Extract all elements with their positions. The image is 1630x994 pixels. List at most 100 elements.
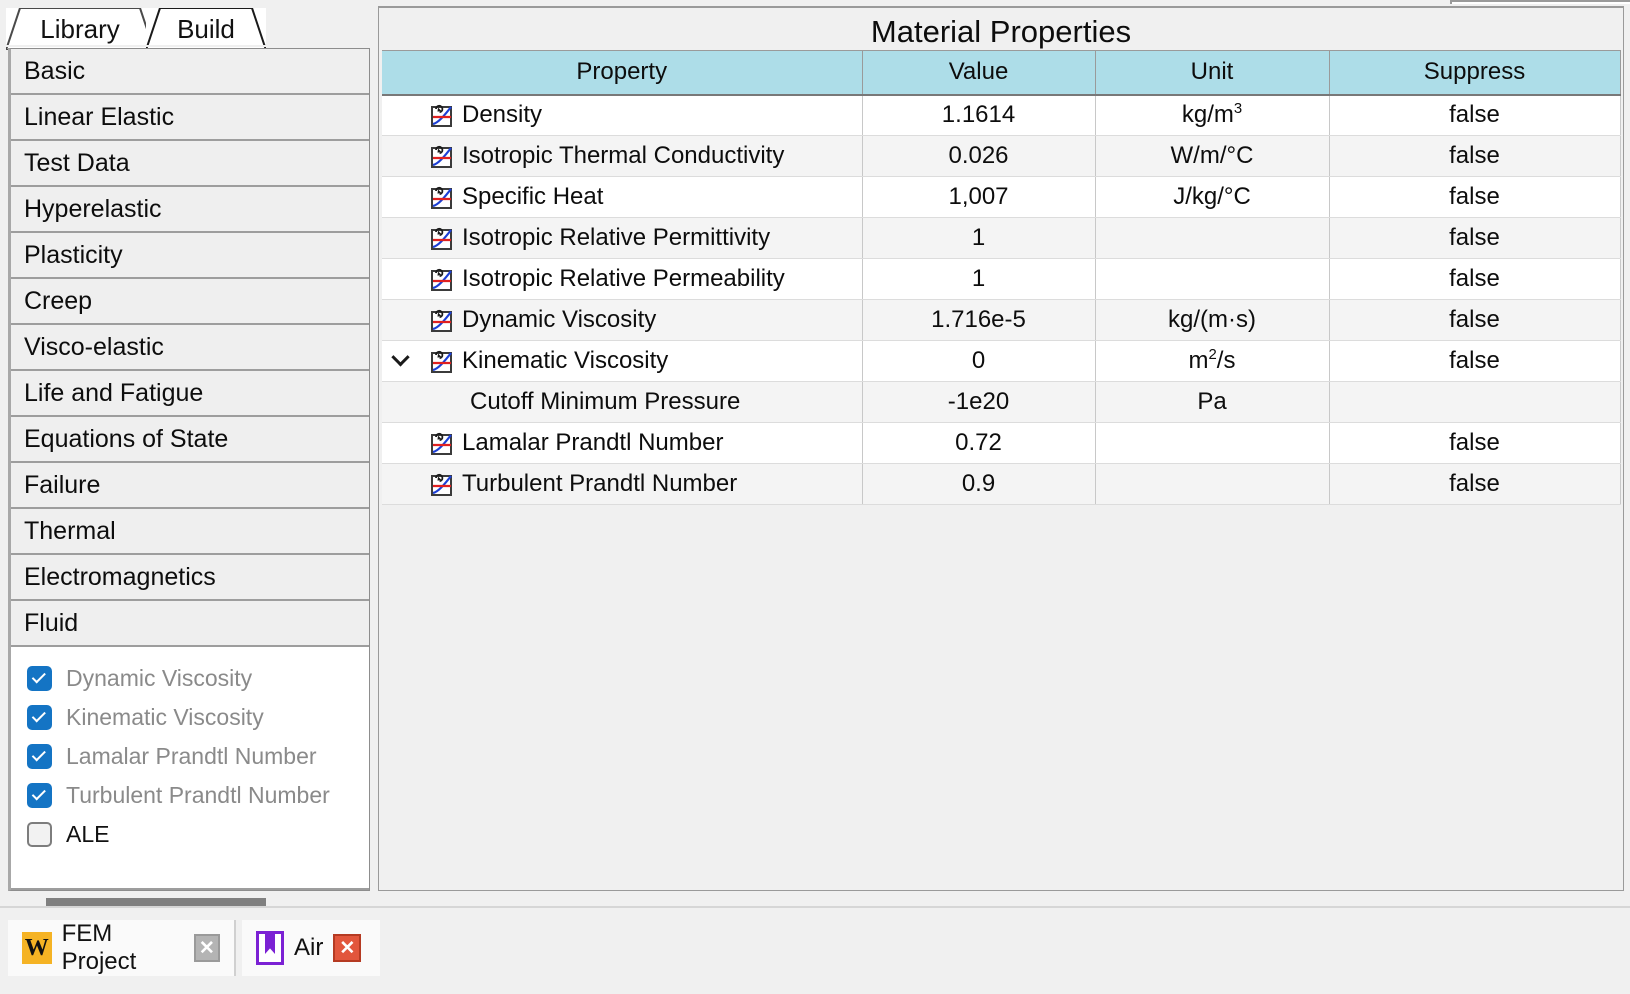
- checkbox-row-dynamic-viscosity[interactable]: Dynamic Viscosity: [27, 659, 369, 698]
- cell-value[interactable]: 1.1614: [862, 95, 1095, 136]
- checkbox-unchecked-icon[interactable]: [27, 822, 52, 847]
- cell-value[interactable]: 1,007: [862, 177, 1095, 218]
- table-header-row: Property Value Unit Suppress: [382, 51, 1620, 95]
- sidebar-item-electromagnetics[interactable]: Electromagnetics: [11, 555, 369, 601]
- cell-value[interactable]: 1: [862, 218, 1095, 259]
- cell-property[interactable]: Isotropic Relative Permittivity: [382, 218, 862, 259]
- table-row[interactable]: Dynamic Viscosity1.716e-5kg/(m·s)false: [382, 300, 1620, 341]
- sidebar-item-basic[interactable]: Basic: [11, 49, 369, 95]
- column-header-property[interactable]: Property: [382, 51, 862, 95]
- column-header-unit[interactable]: Unit: [1095, 51, 1329, 95]
- sidebar-item-label: Linear Elastic: [24, 103, 174, 132]
- cell-property[interactable]: Kinematic Viscosity: [382, 341, 862, 382]
- tab-library[interactable]: Library: [6, 8, 154, 50]
- tab-build[interactable]: Build: [146, 8, 266, 50]
- table-row[interactable]: Lamalar Prandtl Number0.72 false: [382, 423, 1620, 464]
- sidebar-item-fluid[interactable]: Fluid: [11, 601, 369, 647]
- close-icon[interactable]: ✕: [333, 934, 361, 962]
- cell-value[interactable]: 0.026: [862, 136, 1095, 177]
- close-icon[interactable]: ✕: [194, 934, 220, 962]
- checkbox-checked-icon[interactable]: [27, 744, 52, 769]
- checkbox-row-turbulent-prandtl-number[interactable]: Turbulent Prandtl Number: [27, 776, 369, 815]
- column-header-suppress[interactable]: Suppress: [1329, 51, 1620, 95]
- sidebar-item-creep[interactable]: Creep: [11, 279, 369, 325]
- sidebar-item-test-data[interactable]: Test Data: [11, 141, 369, 187]
- checkbox-checked-icon[interactable]: [27, 705, 52, 730]
- property-name: Isotropic Relative Permeability: [462, 265, 785, 293]
- cell-suppress[interactable]: false: [1329, 300, 1620, 341]
- sidebar-item-life-and-fatigue[interactable]: Life and Fatigue: [11, 371, 369, 417]
- sidebar-item-equations-of-state[interactable]: Equations of State: [11, 417, 369, 463]
- sidebar-item-visco-elastic[interactable]: Visco-elastic: [11, 325, 369, 371]
- sidebar-item-thermal[interactable]: Thermal: [11, 509, 369, 555]
- sidebar-item-label: Equations of State: [24, 425, 228, 454]
- taskbar-item-fem-project[interactable]: W FEM Project ✕: [8, 920, 236, 976]
- checkbox-label: Kinematic Viscosity: [66, 704, 264, 731]
- cell-value[interactable]: 0: [862, 341, 1095, 382]
- material-properties-panel: Material Properties Property Value Unit …: [378, 6, 1624, 891]
- sidebar-item-label: Basic: [24, 57, 85, 86]
- property-icon-slot: [418, 266, 462, 293]
- sidebar-item-label: Life and Fatigue: [24, 379, 203, 408]
- table-row[interactable]: Density1.1614kg/m3false: [382, 95, 1620, 136]
- cell-suppress[interactable]: [1329, 382, 1620, 423]
- checkbox-checked-icon[interactable]: [27, 783, 52, 808]
- property-icon-slot: [418, 225, 462, 252]
- cell-value[interactable]: 1: [862, 259, 1095, 300]
- cell-property[interactable]: Turbulent Prandtl Number: [382, 464, 862, 505]
- cell-property[interactable]: Density: [382, 95, 862, 136]
- cell-suppress[interactable]: false: [1329, 177, 1620, 218]
- cell-value[interactable]: 0.72: [862, 423, 1095, 464]
- property-icon-slot: [418, 102, 462, 129]
- material-properties-table: Property Value Unit Suppress Density1.16…: [382, 50, 1621, 505]
- sidebar-item-failure[interactable]: Failure: [11, 463, 369, 509]
- cell-property[interactable]: Specific Heat: [382, 177, 862, 218]
- table-row[interactable]: Kinematic Viscosity0m2/sfalse: [382, 341, 1620, 382]
- cell-value[interactable]: 1.716e-5: [862, 300, 1095, 341]
- sidebar-item-label: Electromagnetics: [24, 563, 216, 592]
- table-row[interactable]: Isotropic Thermal Conductivity0.026W/m/°…: [382, 136, 1620, 177]
- checkbox-row-kinematic-viscosity[interactable]: Kinematic Viscosity: [27, 698, 369, 737]
- cell-property[interactable]: Isotropic Thermal Conductivity: [382, 136, 862, 177]
- sidebar-item-label: Creep: [24, 287, 92, 316]
- cell-value[interactable]: -1e20: [862, 382, 1095, 423]
- property-icon-slot: [418, 430, 462, 457]
- bookmark-icon: [256, 931, 284, 965]
- table-row[interactable]: Isotropic Relative Permeability 1 false: [382, 259, 1620, 300]
- cell-suppress[interactable]: false: [1329, 423, 1620, 464]
- cell-unit: kg/m3: [1095, 95, 1329, 136]
- table-row[interactable]: Isotropic Relative Permittivity1 false: [382, 218, 1620, 259]
- chevron-down-icon[interactable]: [382, 355, 418, 368]
- cell-unit: [1095, 464, 1329, 505]
- checkbox-row-lamalar-prandtl-number[interactable]: Lamalar Prandtl Number: [27, 737, 369, 776]
- cell-suppress[interactable]: false: [1329, 259, 1620, 300]
- checkbox-label: ALE: [66, 821, 109, 848]
- cell-suppress[interactable]: false: [1329, 95, 1620, 136]
- sidebar-item-hyperelastic[interactable]: Hyperelastic: [11, 187, 369, 233]
- column-header-value[interactable]: Value: [862, 51, 1095, 95]
- cell-unit: [1095, 218, 1329, 259]
- sidebar-item-plasticity[interactable]: Plasticity: [11, 233, 369, 279]
- cell-suppress[interactable]: false: [1329, 136, 1620, 177]
- table-row[interactable]: Turbulent Prandtl Number0.9 false: [382, 464, 1620, 505]
- table-row[interactable]: Cutoff Minimum Pressure-1e20Pa: [382, 382, 1620, 423]
- checkbox-checked-icon[interactable]: [27, 666, 52, 691]
- table-row[interactable]: Specific Heat1,007J/kg/°Cfalse: [382, 177, 1620, 218]
- cell-value[interactable]: 0.9: [862, 464, 1095, 505]
- cell-suppress[interactable]: false: [1329, 341, 1620, 382]
- property-icon-slot: [418, 307, 462, 334]
- cell-suppress[interactable]: false: [1329, 218, 1620, 259]
- page-title: Material Properties: [379, 14, 1623, 50]
- cell-property[interactable]: Dynamic Viscosity: [382, 300, 862, 341]
- word-app-icon: W: [22, 932, 52, 964]
- sidebar-item-linear-elastic[interactable]: Linear Elastic: [11, 95, 369, 141]
- cell-property[interactable]: Isotropic Relative Permeability: [382, 259, 862, 300]
- cell-property[interactable]: Cutoff Minimum Pressure: [382, 382, 862, 423]
- sidebar-item-label: Visco-elastic: [24, 333, 164, 362]
- checkbox-row-ale[interactable]: ALE: [27, 815, 369, 854]
- cell-suppress[interactable]: false: [1329, 464, 1620, 505]
- fluid-options-panel: Dynamic Viscosity Kinematic Viscosity La…: [11, 647, 369, 890]
- taskbar-item-air[interactable]: Air ✕: [242, 920, 380, 976]
- cell-property[interactable]: Lamalar Prandtl Number: [382, 423, 862, 464]
- tab-library-label: Library: [40, 14, 119, 45]
